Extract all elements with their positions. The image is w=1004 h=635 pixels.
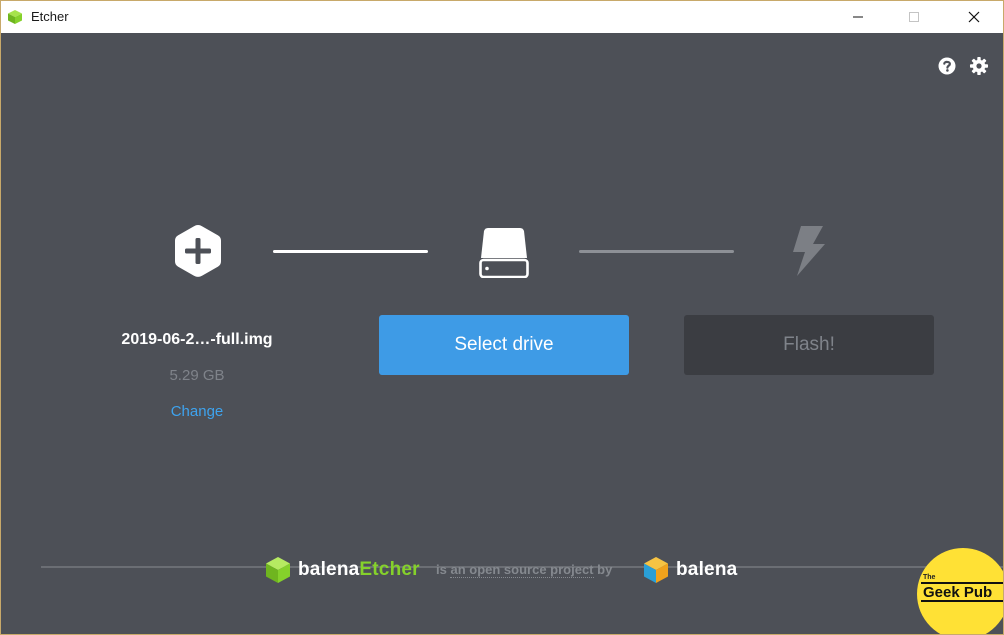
brand-prefix: balena <box>298 559 360 580</box>
lightning-icon <box>793 226 825 276</box>
close-icon <box>968 11 980 23</box>
footer-credit: is an open source project by <box>436 562 613 578</box>
step-connector-2 <box>579 250 734 253</box>
balena-logo-text[interactable]: balena <box>676 559 737 581</box>
main-panel: 2019-06-2…-full.img 5.29 GB Change Selec… <box>1 33 1003 634</box>
select-drive-button[interactable]: Select drive <box>379 315 629 375</box>
help-icon[interactable] <box>937 56 957 76</box>
minimize-icon <box>853 16 863 18</box>
etcher-window: Etcher 2019-06-2…-full.img 5.29 GB Chang… <box>0 0 1004 635</box>
change-image-link[interactable]: Change <box>97 403 297 420</box>
balena-etcher-logo[interactable]: balenaEtcher <box>298 559 420 581</box>
flash-button[interactable]: Flash! <box>684 315 934 375</box>
drive-icon <box>479 228 529 278</box>
maximize-icon <box>909 12 919 22</box>
etcher-cube-icon <box>8 10 22 24</box>
step-connector-1 <box>273 250 428 253</box>
gear-icon[interactable] <box>969 56 989 76</box>
title-bar: Etcher <box>1 1 1003 33</box>
etcher-cube-icon[interactable] <box>265 556 291 584</box>
open-source-link[interactable]: an open source project <box>450 562 594 578</box>
close-button[interactable] <box>951 1 997 33</box>
watermark-text: Geek Pub <box>921 582 1003 602</box>
plus-hexagon-icon[interactable] <box>173 223 223 279</box>
minimize-button[interactable] <box>835 1 881 33</box>
watermark-small-text: The <box>923 574 936 581</box>
maximize-button[interactable] <box>891 1 937 33</box>
brand-suffix: Etcher <box>359 559 420 580</box>
geek-pub-watermark: The Geek Pub <box>917 548 1003 634</box>
image-filename: 2019-06-2…-full.img <box>121 331 273 348</box>
window-title: Etcher <box>31 9 69 24</box>
image-size: 5.29 GB <box>169 367 225 384</box>
balena-cube-icon[interactable] <box>643 556 669 584</box>
footer-text-is: is <box>436 562 447 577</box>
footer-text-by: by <box>597 562 613 577</box>
